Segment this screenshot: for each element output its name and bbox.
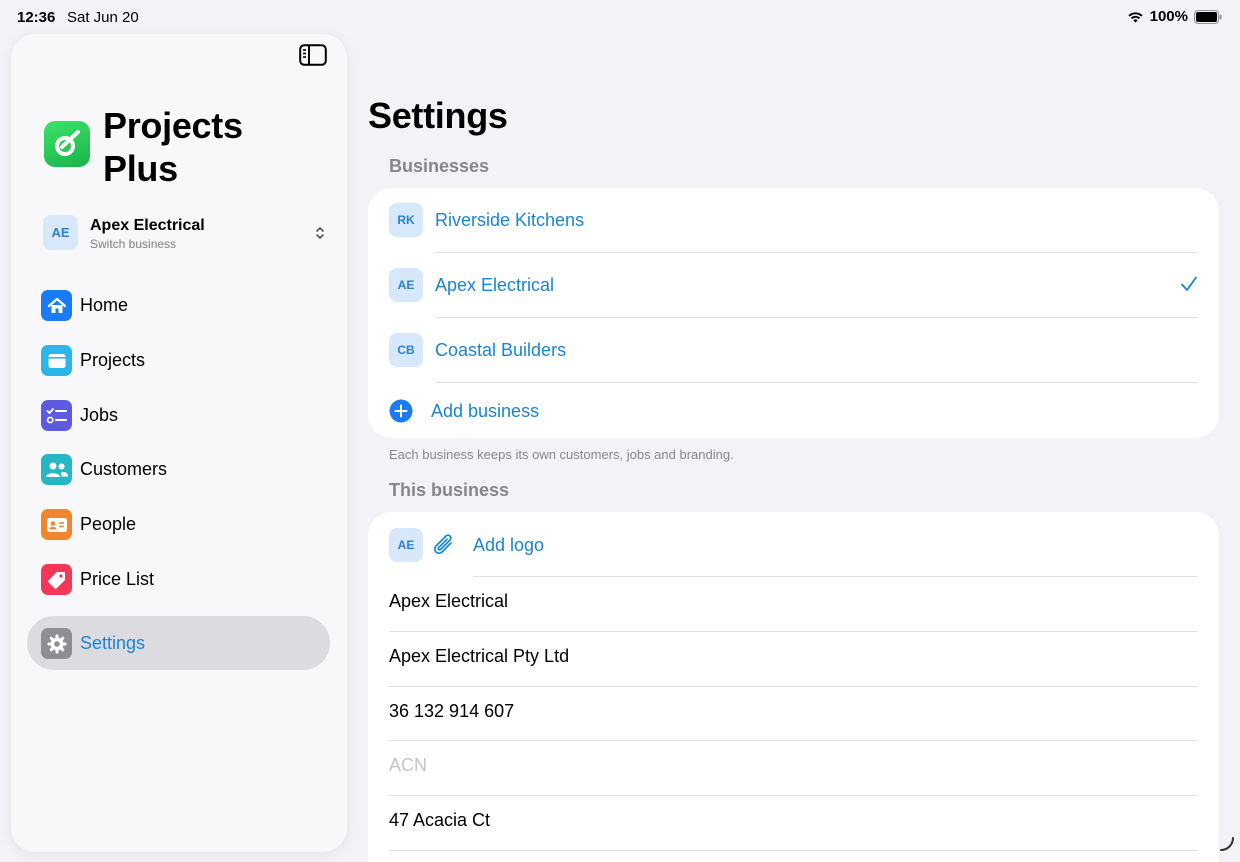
business-switch-hint: Switch business xyxy=(90,237,177,251)
sidebar-item-jobs[interactable]: Jobs xyxy=(41,394,331,436)
business-name: Riverside Kitchens xyxy=(435,210,585,230)
sidebar-item-label: Home xyxy=(80,295,129,315)
businesses-card: RK Riverside Kitchens AE Apex Electrical… xyxy=(368,188,1219,438)
battery-icon xyxy=(1194,9,1222,24)
business-row-coastal-builders[interactable]: CB Coastal Builders xyxy=(389,333,1198,367)
divider xyxy=(435,317,1198,318)
sidebar-item-label: Price List xyxy=(80,569,155,589)
contact-card-icon xyxy=(41,509,72,540)
chevron-up-down-icon xyxy=(315,225,325,246)
field-value: 36 132 914 607 xyxy=(389,701,515,721)
checkmark-icon xyxy=(1180,275,1198,298)
people-icon xyxy=(41,454,72,485)
business-name: Apex Electrical xyxy=(435,275,555,295)
add-business-label: Add business xyxy=(431,401,540,421)
divider xyxy=(435,252,1198,253)
acn-field[interactable]: ACN xyxy=(389,741,1198,795)
sidebar-item-customers[interactable]: Customers xyxy=(41,448,331,490)
battery-percent: 100% xyxy=(1149,8,1188,25)
field-value: 47 Acacia Ct xyxy=(389,810,491,830)
business-name: Apex Electrical xyxy=(90,217,205,234)
business-row-apex-electrical[interactable]: AE Apex Electrical xyxy=(389,268,1198,302)
sidebar-toggle-icon[interactable] xyxy=(299,44,329,70)
sidebar-item-label: Customers xyxy=(80,459,168,479)
add-logo-row[interactable]: AE Add logo xyxy=(389,528,1198,562)
tag-icon xyxy=(41,564,72,595)
checklist-icon xyxy=(41,400,72,431)
this-business-card: AE Add logo Apex Electrical Apex Electri… xyxy=(368,512,1219,862)
business-avatar: AE xyxy=(389,268,423,302)
add-logo-label: Add logo xyxy=(473,535,545,555)
logo-placeholder-avatar: AE xyxy=(389,528,423,562)
paperclip-icon xyxy=(431,532,457,565)
folder-icon xyxy=(41,345,72,376)
status-time: 12:36 xyxy=(17,9,56,26)
app-logo-icon xyxy=(44,121,90,167)
sidebar-item-label: Projects xyxy=(80,350,146,370)
business-avatar: CB xyxy=(389,333,423,367)
status-indicators: 100% xyxy=(1127,8,1222,25)
resize-handle-icon[interactable] xyxy=(1220,837,1234,856)
field-placeholder: ACN xyxy=(389,755,428,775)
section-header-this-business: This business xyxy=(389,480,510,500)
business-name: Coastal Builders xyxy=(435,340,567,360)
business-avatar: RK xyxy=(389,203,423,237)
status-bar: 12:36 Sat Jun 20 100% xyxy=(0,0,1240,34)
sidebar-item-label: Jobs xyxy=(80,405,119,425)
abn-field[interactable]: 36 132 914 607 xyxy=(389,687,1198,741)
house-icon xyxy=(41,290,72,321)
divider xyxy=(389,850,1198,851)
app-title: Projects Plus xyxy=(103,105,243,189)
business-name-field[interactable]: Apex Electrical xyxy=(389,577,1198,631)
section-header-businesses: Businesses xyxy=(389,156,490,176)
sidebar-item-home[interactable]: Home xyxy=(41,284,331,326)
plus-circle-icon xyxy=(389,399,413,428)
sidebar-item-price-list[interactable]: Price List xyxy=(41,558,331,600)
wifi-icon xyxy=(1127,10,1144,23)
sidebar-item-label: Settings xyxy=(80,633,146,653)
business-avatar: AE xyxy=(43,215,78,250)
sidebar-item-projects[interactable]: Projects xyxy=(41,339,331,381)
businesses-footnote: Each business keeps its own customers, j… xyxy=(389,447,734,462)
sidebar: Projects Plus AE Apex Electrical Switch … xyxy=(11,34,347,852)
sidebar-item-settings[interactable]: Settings xyxy=(27,616,330,670)
field-value: Apex Electrical xyxy=(389,591,509,611)
field-value: Apex Electrical Pty Ltd xyxy=(389,646,570,666)
gear-icon xyxy=(41,628,72,659)
legal-name-field[interactable]: Apex Electrical Pty Ltd xyxy=(389,632,1198,686)
sidebar-item-label: People xyxy=(80,514,137,534)
business-switcher[interactable]: AE Apex Electrical Switch business xyxy=(43,215,325,253)
add-business-button[interactable]: Add business xyxy=(389,396,1198,426)
divider xyxy=(435,382,1198,383)
status-date: Sat Jun 20 xyxy=(67,9,139,26)
page-title: Settings xyxy=(368,95,508,136)
business-row-riverside-kitchens[interactable]: RK Riverside Kitchens xyxy=(389,203,1198,237)
sidebar-item-people[interactable]: People xyxy=(41,503,331,545)
address-field[interactable]: 47 Acacia Ct xyxy=(389,796,1198,850)
